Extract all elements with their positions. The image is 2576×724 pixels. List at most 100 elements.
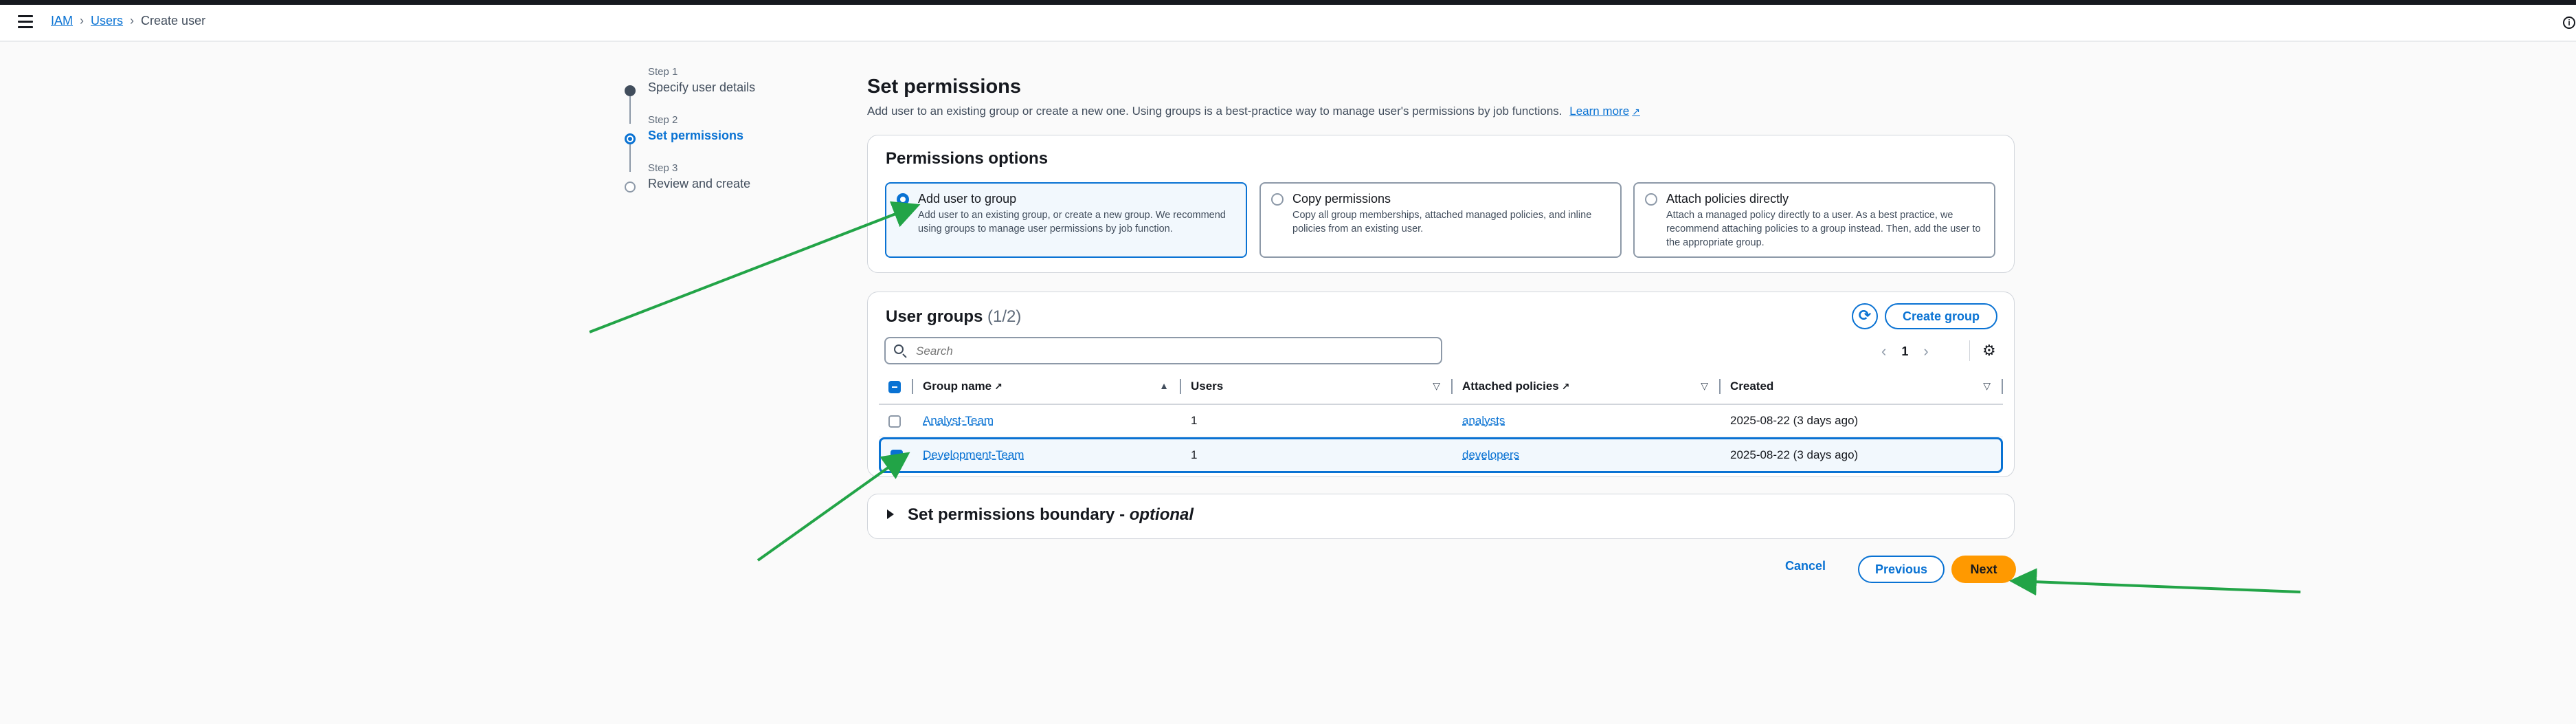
- user-groups-panel: User groups (1/2) ⟳ Create group ‹ 1 › ⚙…: [867, 292, 2015, 477]
- breadcrumb-iam-link[interactable]: IAM: [51, 14, 73, 28]
- menu-icon[interactable]: [18, 15, 33, 29]
- external-link-icon: ↗: [1561, 381, 1570, 392]
- sort-icon[interactable]: ▽: [1433, 380, 1440, 392]
- search-icon: [894, 344, 904, 354]
- option-title: Add user to group: [918, 192, 1017, 206]
- page-description: Add user to an existing group or create …: [867, 105, 1640, 118]
- breadcrumb: IAM › Users › Create user: [51, 14, 205, 28]
- panel-title: User groups (1/2): [886, 307, 1021, 327]
- step-current-icon: [625, 133, 636, 144]
- gear-icon[interactable]: ⚙: [1982, 342, 1996, 360]
- policy-link[interactable]: developers: [1462, 448, 1519, 461]
- boundary-title-text: Set permissions boundary -: [908, 505, 1130, 524]
- user-groups-count: (1/2): [987, 307, 1022, 326]
- radio-icon[interactable]: [1271, 193, 1284, 206]
- create-group-button[interactable]: Create group: [1885, 303, 1997, 329]
- description-text: Add user to an existing group or create …: [867, 105, 1563, 118]
- column-label: Created: [1730, 380, 1774, 393]
- step-title: Review and create: [648, 177, 751, 190]
- policies-cell: developers: [1453, 437, 1721, 473]
- divider: [1969, 340, 1970, 361]
- search-box[interactable]: [884, 337, 1442, 364]
- search-input[interactable]: [915, 344, 1440, 359]
- option-copy-permissions[interactable]: Copy permissions Copy all group membersh…: [1259, 182, 1622, 258]
- boundary-title[interactable]: Set permissions boundary - optional: [908, 505, 1194, 525]
- step-complete-icon: [625, 85, 636, 96]
- chevron-left-icon[interactable]: ‹: [1881, 342, 1886, 360]
- user-groups-table: Group name ↗ ▲ Users ▽ Attached policies ↗ ▽ …: [879, 369, 2003, 473]
- radio-icon[interactable]: [1645, 193, 1657, 206]
- caret-right-icon[interactable]: [887, 509, 894, 519]
- step-title: Specify user details: [648, 80, 756, 94]
- option-description: Copy all group memberships, attached man…: [1292, 210, 1592, 234]
- option-add-user-to-group[interactable]: Add user to group Add user to an existin…: [885, 182, 1247, 258]
- refresh-icon[interactable]: ⟳: [1852, 303, 1878, 329]
- console-header: IAM › Users › Create user i: [0, 5, 2576, 42]
- external-link-icon: ↗: [994, 381, 1003, 392]
- option-attach-policies-directly[interactable]: Attach policies directly Attach a manage…: [1633, 182, 1995, 258]
- column-created[interactable]: Created ▽: [1721, 369, 2003, 405]
- chevron-right-icon[interactable]: ›: [1923, 342, 1928, 360]
- group-name-cell: Development-Team: [913, 437, 1181, 473]
- row-select-cell: [879, 405, 913, 437]
- info-icon[interactable]: i: [2563, 17, 2575, 29]
- step-label: Step 3: [648, 162, 678, 174]
- select-all-checkbox[interactable]: [888, 380, 901, 393]
- policy-link[interactable]: analysts: [1462, 414, 1505, 427]
- table-row[interactable]: Analyst-Team 1 analysts 2025-08-22 (3 da…: [879, 405, 2003, 437]
- wizard-steps: Step 1 Specify user details Step 2 Set p…: [622, 66, 828, 210]
- column-divider[interactable]: [2002, 379, 2003, 394]
- permissions-boundary-panel[interactable]: Set permissions boundary - optional: [867, 494, 2015, 539]
- top-bar: [0, 0, 2576, 5]
- learn-more-link[interactable]: Learn more ↗: [1569, 105, 1640, 118]
- pagination: ‹ 1 ›: [1881, 342, 1929, 360]
- chevron-right-icon: ›: [80, 14, 85, 28]
- step-2[interactable]: Step 2 Set permissions: [622, 114, 828, 172]
- sort-ascending-icon[interactable]: ▲: [1159, 380, 1169, 391]
- next-button[interactable]: Next: [1951, 556, 2016, 583]
- column-label: Attached policies: [1462, 380, 1559, 393]
- boundary-optional: optional: [1129, 505, 1194, 524]
- radio-selected-icon[interactable]: [897, 193, 909, 206]
- group-name-link[interactable]: Analyst-Team: [923, 414, 994, 427]
- created-cell: 2025-08-22 (3 days ago): [1721, 437, 2003, 473]
- step-label: Step 2: [648, 114, 678, 126]
- column-label: Group name: [923, 380, 992, 393]
- row-checkbox-checked[interactable]: [891, 449, 903, 462]
- breadcrumb-users-link[interactable]: Users: [91, 14, 123, 28]
- column-attached-policies[interactable]: Attached policies ↗ ▽: [1453, 369, 1721, 405]
- row-checkbox[interactable]: [888, 415, 901, 428]
- option-description: Attach a managed policy directly to a us…: [1666, 210, 1981, 248]
- chevron-right-icon: ›: [130, 14, 135, 28]
- row-select-cell: [879, 437, 913, 473]
- option-description: Add user to an existing group, or create…: [918, 210, 1226, 234]
- policies-cell: analysts: [1453, 405, 1721, 437]
- learn-more-label: Learn more: [1569, 105, 1630, 118]
- page-title: Set permissions: [867, 76, 1022, 98]
- external-link-icon: ↗: [1632, 106, 1640, 117]
- users-cell: 1: [1181, 405, 1453, 437]
- permissions-options-panel: Permissions options Add user to group Ad…: [867, 135, 2015, 273]
- step-1[interactable]: Step 1 Specify user details: [622, 66, 828, 124]
- page-number[interactable]: 1: [1901, 344, 1908, 359]
- column-users[interactable]: Users ▽: [1181, 369, 1453, 405]
- annotation-arrow: [2009, 568, 2301, 596]
- step-pending-icon: [625, 182, 636, 193]
- table-header-row: Group name ↗ ▲ Users ▽ Attached policies ↗ ▽ …: [879, 369, 2003, 405]
- previous-button[interactable]: Previous: [1858, 556, 1945, 583]
- sort-icon[interactable]: ▽: [1983, 380, 1991, 392]
- user-groups-title: User groups: [886, 307, 983, 326]
- cancel-button[interactable]: Cancel: [1785, 559, 1826, 573]
- table-row-selected[interactable]: Development-Team 1 developers 2025-08-22…: [879, 437, 2003, 473]
- created-cell: 2025-08-22 (3 days ago): [1721, 405, 2003, 437]
- group-name-link[interactable]: Development-Team: [923, 448, 1024, 461]
- column-group-name[interactable]: Group name ↗ ▲: [913, 369, 1181, 405]
- step-3: Step 3 Review and create: [622, 162, 828, 210]
- panel-title: Permissions options: [886, 149, 1049, 168]
- sort-icon[interactable]: ▽: [1701, 380, 1708, 392]
- option-title: Copy permissions: [1292, 192, 1391, 206]
- step-label: Step 1: [648, 66, 678, 78]
- step-title: Set permissions: [648, 129, 744, 142]
- users-cell: 1: [1181, 437, 1453, 473]
- annotation-arrow: [589, 201, 921, 333]
